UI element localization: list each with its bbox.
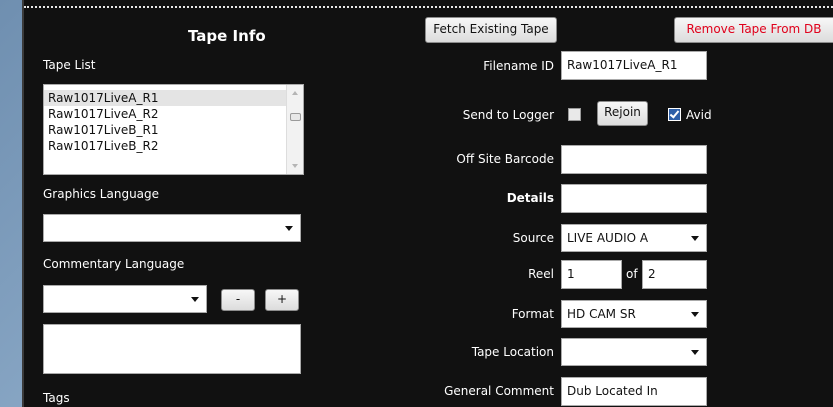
off-site-barcode-label: Off Site Barcode (456, 152, 554, 166)
reel-number-field[interactable]: 1 (561, 260, 622, 289)
chevron-down-icon (691, 350, 699, 355)
tape-location-dropdown[interactable] (561, 338, 707, 366)
source-label: Source (512, 231, 554, 245)
scroll-up-icon[interactable] (292, 91, 298, 95)
details-label: Details (506, 191, 554, 205)
remove-tape-button[interactable]: Remove Tape From DB (674, 17, 833, 43)
chevron-down-icon (285, 226, 293, 231)
tape-list-item[interactable]: Raw1017LiveB_R1 (44, 122, 303, 138)
commentary-language-list[interactable] (43, 324, 301, 374)
general-comment-field[interactable]: Dub Located In (561, 377, 707, 406)
format-dropdown[interactable]: HD CAM SR (561, 300, 707, 328)
tape-location-label: Tape Location (471, 345, 554, 359)
tape-list-label: Tape List (43, 58, 96, 72)
send-to-logger-checkbox[interactable] (568, 108, 581, 121)
tags-label: Tags (43, 391, 70, 405)
commentary-language-label: Commentary Language (43, 257, 185, 271)
scroll-thumb[interactable] (290, 113, 301, 121)
checkmark-icon (669, 108, 680, 119)
fetch-existing-tape-button[interactable]: Fetch Existing Tape (425, 17, 557, 43)
tape-info-title: Tape Info (188, 27, 266, 45)
format-label: Format (511, 307, 554, 321)
tape-list-scrollbar[interactable] (286, 85, 303, 174)
send-to-logger-label: Send to Logger (462, 108, 554, 122)
avid-checkbox[interactable] (668, 108, 681, 121)
tape-list-item[interactable]: Raw1017LiveA_R1 (44, 90, 303, 106)
remove-language-button[interactable]: - (221, 289, 255, 311)
source-dropdown[interactable]: LIVE AUDIO A (561, 224, 707, 252)
off-site-barcode-field[interactable] (561, 145, 707, 174)
reel-label: Reel (528, 267, 554, 281)
general-comment-label: General Comment (444, 384, 554, 398)
format-value: HD CAM SR (567, 307, 636, 321)
dotted-focus-border (24, 6, 833, 8)
rejoin-button[interactable]: Rejoin (597, 101, 648, 126)
details-field[interactable] (561, 184, 707, 213)
tape-list-item[interactable]: Raw1017LiveB_R2 (44, 138, 303, 154)
graphics-language-label: Graphics Language (43, 187, 160, 201)
source-value: LIVE AUDIO A (567, 231, 649, 245)
chevron-down-icon (691, 312, 699, 317)
graphics-language-dropdown[interactable] (43, 214, 301, 242)
avid-label: Avid (686, 108, 712, 122)
filename-id-field[interactable]: Raw1017LiveA_R1 (561, 51, 707, 80)
commentary-language-dropdown[interactable] (43, 285, 207, 313)
of-label: of (626, 267, 638, 281)
reel-total-field[interactable]: 2 (642, 260, 707, 289)
add-language-button[interactable]: + (265, 289, 299, 311)
filename-id-label: Filename ID (483, 59, 554, 73)
scroll-down-icon[interactable] (292, 164, 298, 168)
chevron-down-icon (191, 297, 199, 302)
chevron-down-icon (691, 236, 699, 241)
tape-list-item[interactable]: Raw1017LiveA_R2 (44, 106, 303, 122)
tape-list[interactable]: Raw1017LiveA_R1 Raw1017LiveA_R2 Raw1017Liv… (43, 84, 304, 175)
